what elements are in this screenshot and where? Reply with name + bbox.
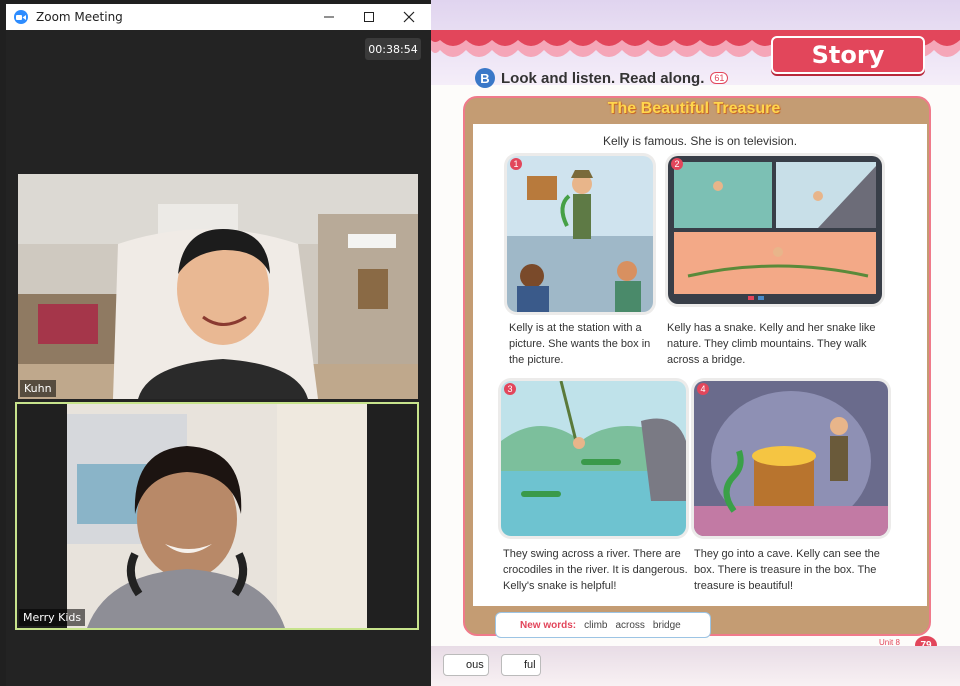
panel-caption: They swing across a river. There are cro… [503, 548, 688, 592]
zoom-window: Zoom Meeting 00:38:54 Kuhn Merry Kids [0, 0, 431, 686]
video-tile-kuhn[interactable]: Kuhn [18, 174, 418, 399]
panel-caption: Kelly has a snake. Kelly and her snake l… [667, 322, 876, 366]
story-panel-4: 4 [694, 381, 888, 536]
meeting-area: 00:38:54 Kuhn Merry Kids [6, 30, 431, 686]
suffix-label: ful [524, 659, 536, 671]
instruction-text: Look and listen. Read along. [501, 69, 705, 87]
story-title: The Beautiful Treasure [607, 100, 781, 117]
maximize-button[interactable] [349, 4, 389, 30]
story-panel-2: 2 [668, 156, 882, 304]
title-bar: Zoom Meeting [6, 4, 431, 30]
participant-video [18, 174, 418, 399]
illustration-cave-treasure [694, 381, 888, 536]
story-banner: Story [771, 36, 925, 74]
new-word: bridge [652, 619, 681, 631]
story-subtitle: Kelly is famous. She is on television. [602, 134, 798, 148]
panel-caption: Kelly is at the station with a picture. … [509, 322, 651, 366]
new-word: across [615, 619, 645, 631]
suffix-chip[interactable]: ous [443, 654, 489, 676]
video-tile-merry-kids[interactable]: Merry Kids [15, 402, 419, 630]
new-word: climb [584, 619, 608, 631]
illustration-river-swing [501, 381, 686, 536]
suffix-label: ous [466, 659, 484, 671]
illustration-tv-studio [507, 156, 653, 312]
story-panel-3: 3 [501, 381, 686, 536]
close-button[interactable] [389, 4, 429, 30]
minimize-icon [324, 16, 334, 18]
illustration-tv-screen [674, 162, 876, 300]
audio-track-badge[interactable]: 61 [710, 72, 729, 84]
minimize-button[interactable] [309, 4, 349, 30]
new-words-label: New words: [520, 619, 577, 631]
participant-video [17, 404, 417, 628]
meeting-timer: 00:38:54 [365, 38, 421, 60]
story-panel-1: 1 [507, 156, 653, 312]
participant-name: Kuhn [20, 380, 56, 397]
section-heading: B Look and listen. Read along. 61 [475, 68, 729, 88]
window-title: Zoom Meeting [36, 10, 123, 24]
panel-caption: They go into a cave. Kelly can see the b… [694, 548, 880, 592]
section-letter: B [475, 68, 495, 88]
zoom-logo-icon [14, 10, 28, 24]
panel-number: 4 [697, 383, 709, 395]
panel-number: 1 [510, 158, 522, 170]
suffix-chip[interactable]: ful [501, 654, 541, 676]
new-words-box: New words: climb across bridge [495, 612, 711, 638]
panel-number: 2 [671, 158, 683, 170]
shared-book-page: Story B Look and listen. Read along. 61 … [431, 0, 960, 686]
panel-number: 3 [504, 383, 516, 395]
maximize-icon [364, 12, 374, 22]
close-icon [403, 11, 415, 23]
participant-name: Merry Kids [19, 609, 86, 626]
